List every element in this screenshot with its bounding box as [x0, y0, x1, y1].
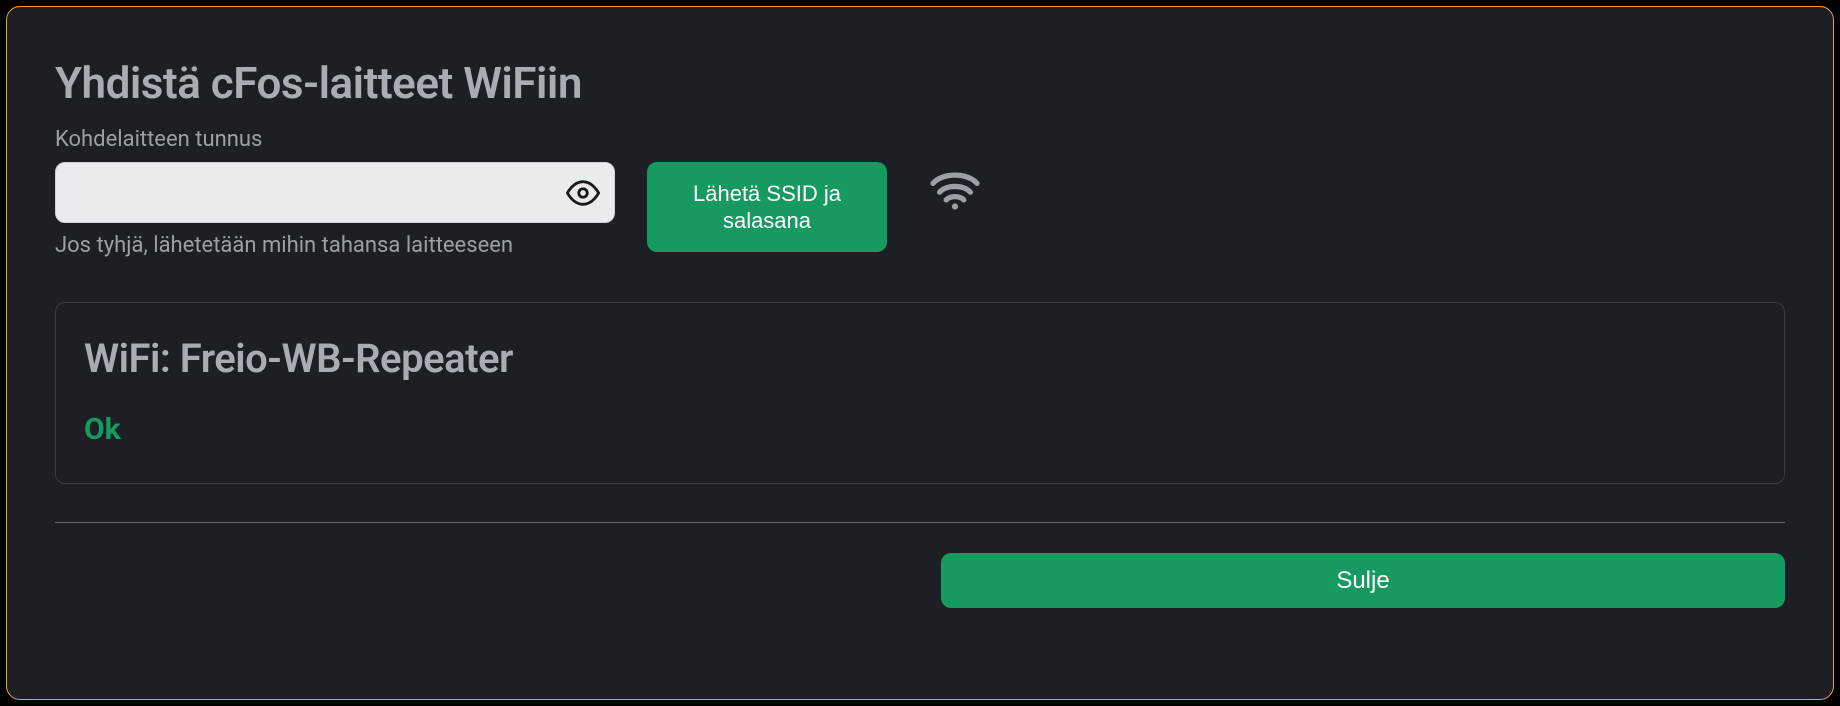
- wifi-connect-modal: Yhdistä cFos-laitteet WiFiin Kohdelaitte…: [6, 6, 1834, 700]
- divider: [55, 522, 1785, 523]
- device-id-input-wrap: [55, 162, 615, 223]
- modal-title: Yhdistä cFos-laitteet WiFiin: [55, 57, 1785, 109]
- wifi-status-ok: Ok: [84, 412, 1756, 447]
- wifi-status-card: WiFi: Freio-WB-Repeater Ok: [55, 302, 1785, 484]
- input-row: Jos tyhjä, lähetetään mihin tahansa lait…: [55, 162, 1785, 258]
- wifi-status-title: WiFi: Freio-WB-Repeater: [84, 335, 1756, 382]
- send-ssid-button[interactable]: Lähetä SSID ja salasana: [647, 162, 887, 252]
- wifi-icon: [927, 168, 983, 216]
- close-button-label: Sulje: [1336, 567, 1389, 594]
- device-id-helper: Jos tyhjä, lähetetään mihin tahansa lait…: [55, 233, 615, 258]
- toggle-visibility-button[interactable]: [565, 175, 601, 211]
- modal-footer: Sulje: [55, 553, 1785, 608]
- send-ssid-button-label: Lähetä SSID ja salasana: [665, 180, 869, 235]
- device-id-column: Jos tyhjä, lähetetään mihin tahansa lait…: [55, 162, 615, 258]
- device-id-input[interactable]: [55, 162, 615, 223]
- eye-icon: [566, 176, 600, 210]
- device-id-label: Kohdelaitteen tunnus: [55, 127, 1785, 152]
- close-button[interactable]: Sulje: [941, 553, 1785, 608]
